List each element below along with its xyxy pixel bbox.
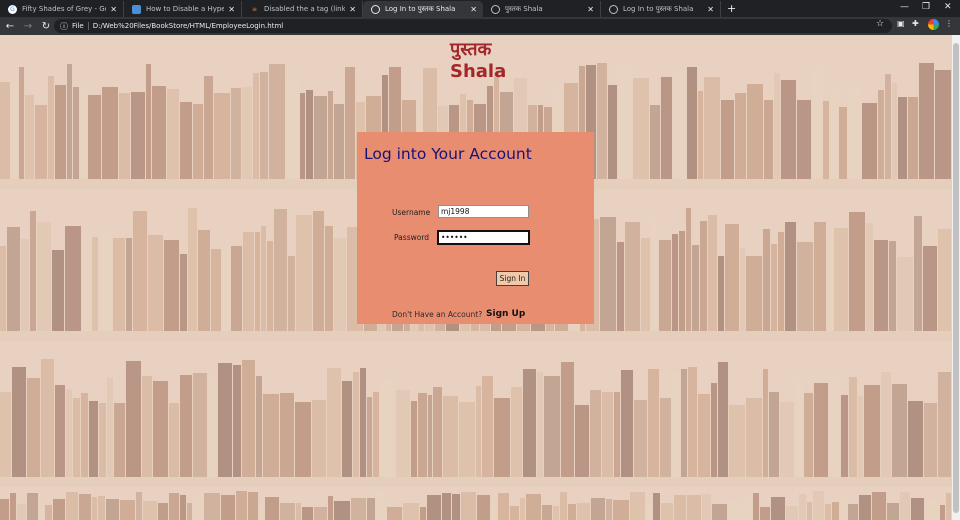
close-icon[interactable]: ✕ xyxy=(707,5,714,14)
page-viewport: पुस्तक Shala Log into Your Account Usern… xyxy=(0,35,952,520)
tab-search-icon[interactable]: ▣ xyxy=(897,19,905,28)
close-icon[interactable]: ✕ xyxy=(110,5,117,14)
url-text[interactable]: D:/Web%20Files/BookStore/HTML/EmployeeLo… xyxy=(93,22,284,30)
address-bar[interactable]: ⓘ File D:/Web%20Files/BookStore/HTML/Emp… xyxy=(54,19,892,33)
google-icon: G xyxy=(8,4,17,14)
info-icon[interactable]: ⓘ xyxy=(60,21,68,32)
password-input[interactable] xyxy=(437,230,530,245)
login-card: Log into Your Account Username Password … xyxy=(357,132,594,324)
page-scrollbar[interactable] xyxy=(952,35,960,520)
no-account-text: Don't Have an Account? xyxy=(392,310,483,319)
browser-tab-strip: G Fifty Shades of Grey - Google Se... ✕ … xyxy=(0,0,960,17)
new-tab-button[interactable]: + xyxy=(727,2,736,15)
username-input[interactable] xyxy=(438,205,529,218)
menu-dots-icon[interactable]: ⋮ xyxy=(945,19,953,28)
username-label: Username xyxy=(392,208,431,217)
close-window-icon[interactable]: ✕ xyxy=(944,2,952,12)
globe-icon xyxy=(609,4,618,14)
browser-toolbar: ← → ↻ ⓘ File D:/Web%20Files/BookStore/HT… xyxy=(0,17,960,35)
close-icon[interactable]: ✕ xyxy=(228,5,235,14)
close-icon[interactable]: ✕ xyxy=(349,5,356,14)
site-icon xyxy=(132,4,141,14)
globe-icon xyxy=(491,4,500,14)
tab-google-search[interactable]: G Fifty Shades of Grey - Google Se... ✕ xyxy=(0,1,124,17)
tab-disable-hyperlink[interactable]: How to Disable a Hyperlink usin... ✕ xyxy=(124,1,242,17)
brand-shala-text: Shala xyxy=(450,61,507,82)
profile-avatar[interactable] xyxy=(928,19,939,30)
restore-icon[interactable]: ❐ xyxy=(922,2,930,12)
tab-disabled-a-tag[interactable]: ≡ Disabled the a tag (link) by using... … xyxy=(242,1,363,17)
globe-icon xyxy=(371,4,380,14)
back-arrow-icon[interactable]: ← xyxy=(2,21,18,32)
extensions-icon[interactable]: ✚ xyxy=(912,19,919,28)
url-scheme-label: File xyxy=(72,22,89,30)
card-title: Log into Your Account xyxy=(364,145,532,163)
scrollbar-thumb[interactable] xyxy=(953,43,959,513)
brand-hindi-text: पुस्तक xyxy=(450,39,492,60)
stack-icon: ≡ xyxy=(251,5,258,13)
close-icon[interactable]: ✕ xyxy=(470,5,477,14)
sign-in-button[interactable]: Sign In xyxy=(496,271,529,286)
tab-pustak-shala[interactable]: पुस्तक Shala ✕ xyxy=(483,1,601,17)
reload-icon[interactable]: ↻ xyxy=(38,21,54,32)
password-label: Password xyxy=(394,233,430,242)
minimize-icon[interactable]: — xyxy=(900,2,909,12)
brand-logo: पुस्तक Shala xyxy=(450,39,506,83)
forward-arrow-icon[interactable]: → xyxy=(20,21,36,32)
sign-up-link[interactable]: Sign Up xyxy=(486,309,525,319)
tab-login-active[interactable]: Log In to पुस्तक Shala ✕ xyxy=(363,1,483,17)
tab-login-2[interactable]: Log In to पुस्तक Shala ✕ xyxy=(601,1,721,17)
bookmark-star-icon[interactable]: ☆ xyxy=(876,19,884,29)
close-icon[interactable]: ✕ xyxy=(587,5,594,14)
